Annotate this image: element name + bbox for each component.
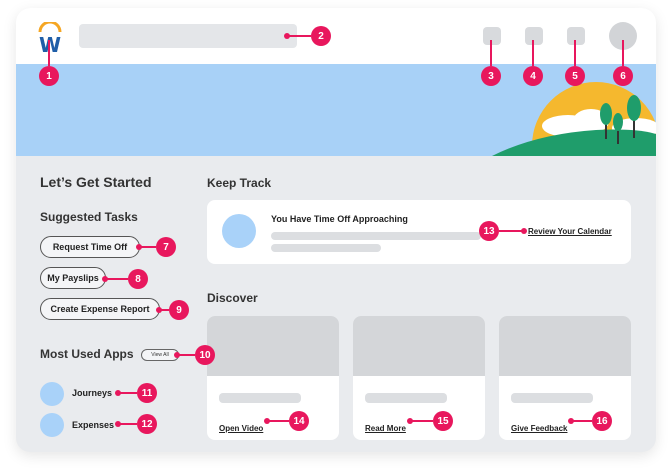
open-video-link[interactable]: Open Video xyxy=(219,424,263,433)
marker-16: 16 xyxy=(592,411,612,431)
placeholder-bar xyxy=(511,393,593,403)
header-icon-3[interactable] xyxy=(567,27,585,45)
expenses-app-label[interactable]: Expenses xyxy=(72,420,114,430)
marker-7: 7 xyxy=(156,237,176,257)
marker-line xyxy=(574,40,576,66)
marker-14: 14 xyxy=(289,411,309,431)
journeys-app-icon[interactable] xyxy=(40,382,64,406)
read-more-link[interactable]: Read More xyxy=(365,424,406,433)
marker-8: 8 xyxy=(128,269,148,289)
give-feedback-link[interactable]: Give Feedback xyxy=(511,424,567,433)
marker-line xyxy=(118,392,137,394)
most-used-apps-heading: Most Used Apps xyxy=(40,347,134,361)
discover-heading: Discover xyxy=(207,291,258,305)
top-bar: W xyxy=(16,8,656,64)
marker-2: 2 xyxy=(311,26,331,46)
marker-13: 13 xyxy=(479,221,499,241)
marker-15: 15 xyxy=(433,411,453,431)
card-image xyxy=(499,316,631,376)
hero-landscape-illustration xyxy=(492,82,656,156)
marker-line xyxy=(490,40,492,66)
placeholder-bar xyxy=(219,393,301,403)
card-image xyxy=(207,316,339,376)
hero-banner xyxy=(16,64,656,156)
marker-4: 4 xyxy=(523,66,543,86)
lets-get-started-heading: Let’s Get Started xyxy=(40,174,152,190)
marker-line xyxy=(159,309,169,311)
review-calendar-link[interactable]: Review Your Calendar xyxy=(528,227,612,236)
placeholder-bar xyxy=(271,244,381,252)
marker-line xyxy=(139,246,156,248)
marker-line xyxy=(287,35,311,37)
card-avatar xyxy=(222,214,256,248)
marker-line xyxy=(118,423,137,425)
expenses-app-icon[interactable] xyxy=(40,413,64,437)
marker-1: 1 xyxy=(39,66,59,86)
keep-track-heading: Keep Track xyxy=(207,176,272,190)
marker-10: 10 xyxy=(195,345,215,365)
marker-3: 3 xyxy=(481,66,501,86)
marker-12: 12 xyxy=(137,414,157,434)
logo-letter: W xyxy=(39,33,62,57)
header-icon-1[interactable] xyxy=(483,27,501,45)
placeholder-bar xyxy=(271,232,481,240)
marker-line xyxy=(48,40,50,66)
search-input[interactable] xyxy=(79,24,297,48)
header-icon-2[interactable] xyxy=(525,27,543,45)
marker-5: 5 xyxy=(565,66,585,86)
marker-line xyxy=(105,278,128,280)
placeholder-bar xyxy=(365,393,447,403)
suggested-tasks-heading: Suggested Tasks xyxy=(40,210,138,224)
marker-line xyxy=(267,420,289,422)
request-time-off-button[interactable]: Request Time Off xyxy=(40,236,140,258)
marker-line xyxy=(622,40,624,66)
create-expense-report-button[interactable]: Create Expense Report xyxy=(40,298,160,320)
marker-line xyxy=(571,420,592,422)
workday-logo[interactable]: W xyxy=(38,20,62,57)
marker-line xyxy=(177,354,195,356)
marker-dot xyxy=(521,228,527,234)
marker-line xyxy=(532,40,534,66)
my-payslips-button[interactable]: My Payslips xyxy=(40,267,106,289)
marker-line xyxy=(410,420,433,422)
marker-6: 6 xyxy=(613,66,633,86)
marker-11: 11 xyxy=(137,383,157,403)
journeys-app-label[interactable]: Journeys xyxy=(72,388,112,398)
card-image xyxy=(353,316,485,376)
time-off-message: You Have Time Off Approaching xyxy=(271,214,408,224)
time-off-card: You Have Time Off Approaching Review You… xyxy=(207,200,631,264)
marker-9: 9 xyxy=(169,300,189,320)
app-frame: W Let’s Get Started Suggested Tasks Requ… xyxy=(16,8,656,452)
